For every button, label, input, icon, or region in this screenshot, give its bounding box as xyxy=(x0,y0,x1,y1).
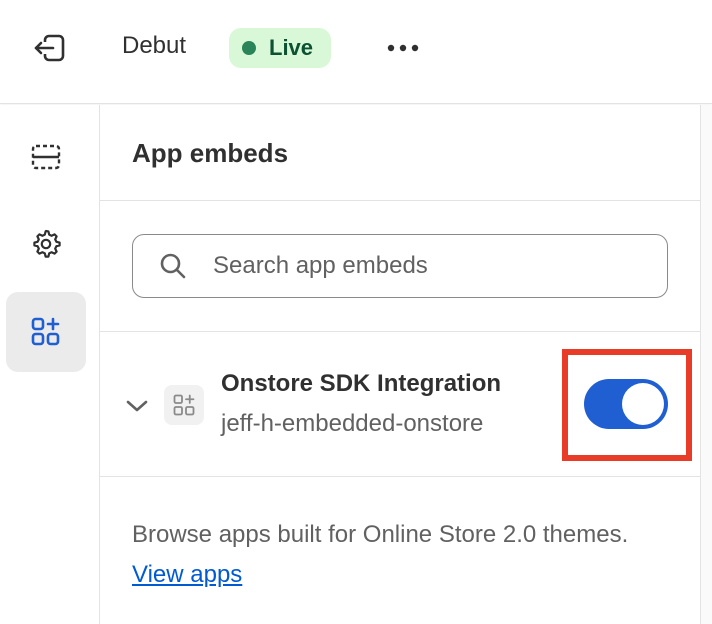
status-badge-label: Live xyxy=(269,35,314,60)
app-embeds-icon xyxy=(31,317,60,346)
search-icon xyxy=(160,253,186,279)
toggle-knob xyxy=(622,383,664,425)
status-badge: Live xyxy=(229,28,331,68)
embed-toggle[interactable] xyxy=(584,379,668,429)
search-icon-wrap xyxy=(133,234,213,298)
chevron-down-icon xyxy=(126,400,148,412)
search-input[interactable] xyxy=(213,246,653,286)
expand-button[interactable] xyxy=(122,391,152,421)
theme-name: Debut xyxy=(122,32,187,59)
sidebar-item-sections[interactable] xyxy=(6,117,86,197)
more-horizontal-icon xyxy=(387,44,419,52)
more-actions-button[interactable] xyxy=(378,28,428,68)
sidebar-item-settings[interactable] xyxy=(6,204,86,284)
footer-description: Browse apps built for Online Store 2.0 t… xyxy=(132,521,629,548)
scrollbar-track[interactable] xyxy=(700,105,712,624)
search-section xyxy=(100,202,700,332)
view-apps-link[interactable]: View apps xyxy=(132,561,242,588)
app-icon xyxy=(164,385,204,425)
panel-header: App embeds xyxy=(100,105,700,201)
live-dot-icon xyxy=(242,41,256,55)
exit-icon xyxy=(34,34,65,62)
top-bar: Debut Live xyxy=(0,0,712,104)
embed-handle: jeff-h-embedded-onstore xyxy=(221,410,484,437)
sidebar-rail xyxy=(0,105,100,624)
sidebar-item-app-embeds[interactable] xyxy=(6,292,86,372)
footer-text: Browse apps built for Online Store 2.0 t… xyxy=(132,515,652,595)
app-grid-icon xyxy=(173,394,195,416)
settings-gear-icon xyxy=(33,229,61,258)
sections-icon xyxy=(31,144,61,170)
embed-name: Onstore SDK Integration xyxy=(221,370,502,397)
exit-button[interactable] xyxy=(26,28,74,68)
app-embeds-panel: App embeds Onstore SDK Integration j xyxy=(100,105,700,624)
search-field[interactable] xyxy=(132,234,668,298)
page-title: App embeds xyxy=(132,138,289,168)
